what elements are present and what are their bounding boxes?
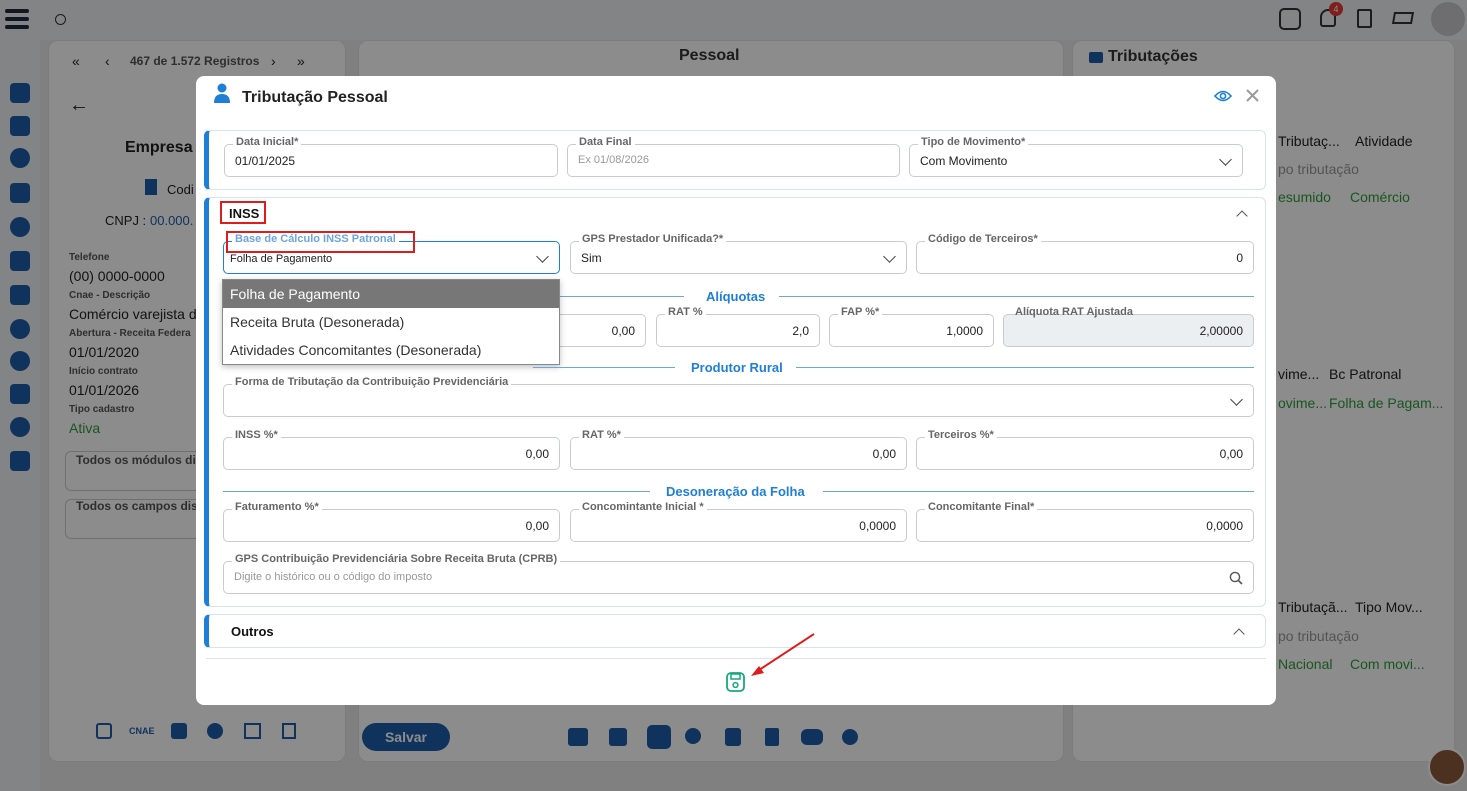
concomitante-final-label: Concomitante Final* <box>925 501 1038 513</box>
data-final-field[interactable]: Data Final Ex 01/08/2026 <box>567 136 900 177</box>
chevron-down-icon <box>1219 153 1232 166</box>
save-icon[interactable] <box>726 672 745 692</box>
base-calculo-highlight-box <box>226 231 415 253</box>
dropdown-option-receita-bruta[interactable]: Receita Bruta (Desonerada) <box>223 308 559 336</box>
concomitante-final-value: 0,0000 <box>1206 519 1243 533</box>
produtor-inss-value: 0,00 <box>525 447 549 461</box>
rat-value: 2,0 <box>792 324 809 338</box>
user-icon <box>214 83 230 103</box>
gps-prestador-value: Sim <box>581 251 602 265</box>
gps-cprb-placeholder: Digite o histórico ou o código do impost… <box>234 571 433 583</box>
rat-ajustada-label: Alíquota RAT Ajustada <box>1015 306 1133 318</box>
gps-cprb-label: GPS Contribuição Previdenciária Sobre Re… <box>232 553 561 565</box>
data-inicial-field[interactable]: Data Inicial* 01/01/2025 <box>224 136 558 177</box>
desoneracao-title: Desoneração da Folha <box>666 484 805 499</box>
chevron-down-icon <box>883 250 896 263</box>
inss-highlight-box <box>220 201 266 224</box>
modal-footer-divider <box>206 658 1266 659</box>
concomitante-inicial-field[interactable]: Concomintante Inicial * 0,0000 <box>570 501 907 542</box>
rat-ajustada-value: 2,00000 <box>1199 324 1243 338</box>
produtor-terceiros-field[interactable]: Terceiros %* 0,00 <box>916 429 1254 470</box>
produtor-rural-title: Produtor Rural <box>691 360 783 375</box>
produtor-rat-label: RAT %* <box>579 429 624 441</box>
gps-prestador-label: GPS Prestador Unificada?* <box>579 233 727 245</box>
eye-icon[interactable] <box>1214 89 1232 103</box>
chevron-down-icon <box>536 250 549 263</box>
aliquotas-title: Alíquotas <box>706 289 766 304</box>
produtor-terceiros-value: 0,00 <box>1219 447 1243 461</box>
data-final-placeholder: Ex 01/08/2026 <box>578 154 649 166</box>
produtor-rural-section: Produtor Rural <box>223 360 1254 375</box>
produtor-terceiros-label: Terceiros %* <box>925 429 997 441</box>
rat-field[interactable]: RAT % 2,0 <box>656 306 820 347</box>
produtor-inss-field[interactable]: INSS %* 0,00 <box>223 429 560 470</box>
produtor-inss-label: INSS %* <box>232 429 281 441</box>
data-inicial-value: 01/01/2025 <box>235 154 296 168</box>
forma-tributacao-select[interactable]: Forma de Tributação da Contribuição Prev… <box>223 376 1254 417</box>
produtor-rat-field[interactable]: RAT %* 0,00 <box>570 429 907 470</box>
faturamento-field[interactable]: Faturamento %* 0,00 <box>223 501 560 542</box>
codigo-terceiros-label: Código de Terceiros* <box>925 233 1041 245</box>
gps-cprb-search[interactable]: GPS Contribuição Previdenciária Sobre Re… <box>223 553 1254 594</box>
annotation-arrow <box>751 633 815 676</box>
search-icon[interactable] <box>1229 571 1243 585</box>
concomitante-final-field[interactable]: Concomitante Final* 0,0000 <box>916 501 1254 542</box>
concomitante-inicial-label: Concomintante Inicial * <box>579 501 707 513</box>
codigo-terceiros-value: 0 <box>1236 251 1243 265</box>
fap-label: FAP %* <box>838 306 883 318</box>
base-calculo-value: Folha de Pagamento <box>230 253 333 265</box>
chevron-down-icon <box>1230 393 1243 406</box>
rat-ajustada-field: Alíquota RAT Ajustada 2,00000 <box>1003 306 1254 347</box>
forma-tributacao-label: Forma de Tributação da Contribuição Prev… <box>232 376 512 388</box>
close-icon[interactable] <box>1246 89 1259 102</box>
fap-value: 1,0000 <box>946 324 983 338</box>
inss-aliquota-value: 0,00 <box>611 324 635 338</box>
faturamento-value: 0,00 <box>525 519 549 533</box>
faturamento-label: Faturamento %* <box>232 501 322 513</box>
produtor-rat-value: 0,00 <box>872 447 896 461</box>
concomitante-inicial-value: 0,0000 <box>859 519 896 533</box>
tributacao-pessoal-modal: Tributação Pessoal Data Inicial* 01/01/2… <box>196 76 1276 705</box>
data-inicial-label: Data Inicial* <box>233 136 302 148</box>
modal-title: Tributação Pessoal <box>242 89 388 106</box>
tipo-movimento-value: Com Movimento <box>920 154 1008 168</box>
gps-prestador-select[interactable]: GPS Prestador Unificada?* Sim <box>570 233 907 274</box>
tipo-movimento-select[interactable]: Tipo de Movimento* Com Movimento <box>909 136 1243 177</box>
fap-field[interactable]: FAP %* 1,0000 <box>829 306 994 347</box>
tipo-movimento-label: Tipo de Movimento* <box>918 136 1029 148</box>
outros-card <box>204 614 1266 648</box>
rat-label: RAT % <box>665 306 706 318</box>
dropdown-option-folha[interactable]: Folha de Pagamento <box>223 280 559 308</box>
base-calculo-dropdown: Folha de Pagamento Receita Bruta (Desone… <box>222 279 560 365</box>
data-final-label: Data Final <box>576 136 635 148</box>
codigo-terceiros-field[interactable]: Código de Terceiros* 0 <box>916 233 1254 274</box>
outros-section-title[interactable]: Outros <box>231 624 274 639</box>
desoneracao-section: Desoneração da Folha <box>223 484 1254 499</box>
